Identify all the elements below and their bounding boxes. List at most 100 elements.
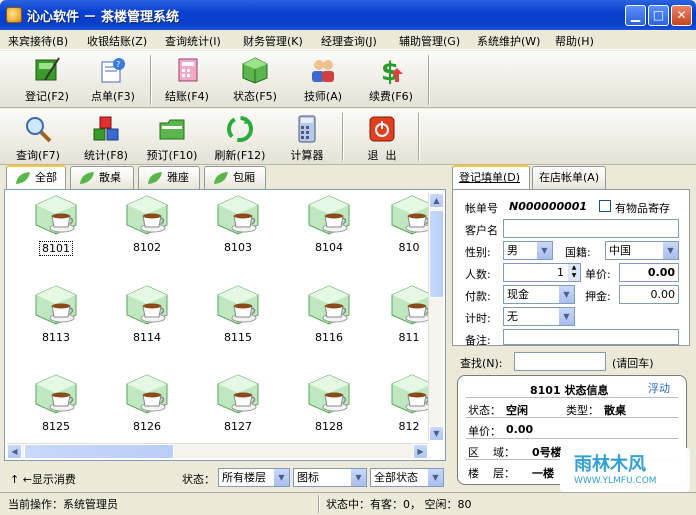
view-mode-select[interactable]: 图标 ▼ xyxy=(293,468,367,487)
menu-system[interactable]: 系统维护(W) xyxy=(477,33,540,49)
technician-button[interactable]: 技师(A) xyxy=(296,56,350,104)
chevron-down-icon: ▼ xyxy=(662,242,678,259)
floor-select[interactable]: 所有楼层 ▼ xyxy=(218,468,290,487)
teacup-room-icon xyxy=(216,284,260,328)
exit-icon xyxy=(368,115,396,143)
status-icon xyxy=(241,56,269,84)
window-title: 沁心软件 － 茶楼管理系统 xyxy=(27,10,180,25)
spin-icon[interactable]: ▲ ▼ xyxy=(568,264,580,281)
teacup-room-icon xyxy=(216,194,260,238)
floor-value: 一楼 xyxy=(532,467,554,480)
minimize-button[interactable]: ▁ xyxy=(625,5,646,26)
float-toggle[interactable]: 浮动 xyxy=(648,380,670,396)
room-810[interactable]: 810 xyxy=(390,194,428,254)
show-consumption-toggle[interactable]: ↑ ←显示消费 xyxy=(10,471,76,487)
search-input[interactable] xyxy=(514,352,606,371)
room-812[interactable]: 812 xyxy=(390,373,428,433)
renew-fee-button[interactable]: $ 续费(F6) xyxy=(364,56,418,104)
tab-in-store-bills[interactable]: 在店帐单(A) xyxy=(532,166,606,189)
room-8114[interactable]: 8114 xyxy=(117,284,177,344)
maximize-button[interactable]: □ xyxy=(648,5,669,26)
customer-name-input[interactable] xyxy=(503,219,679,238)
tab-scattered-tables[interactable]: 散桌 xyxy=(70,166,134,189)
room-811[interactable]: 811 xyxy=(390,284,428,344)
exit-button[interactable]: 退 出 xyxy=(356,115,408,163)
horizontal-scroll-thumb[interactable] xyxy=(24,444,174,459)
room-8127[interactable]: 8127 xyxy=(208,373,268,433)
deposit-money-label: 押金: xyxy=(585,290,611,303)
menu-auxiliary[interactable]: 辅助管理(G) xyxy=(399,33,460,49)
unit-price-label: 单价: xyxy=(585,268,611,281)
refresh-button[interactable]: 刷新(F12) xyxy=(210,115,270,163)
leaf-icon xyxy=(214,172,228,184)
menu-reception[interactable]: 来宾接待(B) xyxy=(8,33,68,49)
account-number: N000000001 xyxy=(509,200,588,213)
state-filter-select[interactable]: 全部状态 ▼ xyxy=(370,468,444,487)
room-8101[interactable]: 8101 xyxy=(26,194,86,256)
teacup-room-icon xyxy=(216,373,260,417)
room-8102[interactable]: 8102 xyxy=(117,194,177,254)
scroll-right-icon[interactable]: ▶ xyxy=(413,444,428,459)
menu-manager[interactable]: 经理查询(J) xyxy=(321,33,377,49)
calculator-button[interactable]: 计算器 xyxy=(282,115,332,163)
close-button[interactable]: ✕ xyxy=(671,5,692,26)
statistics-button[interactable]: 统计(F8) xyxy=(78,115,134,163)
leaf-icon xyxy=(148,172,162,184)
scroll-down-icon[interactable]: ▼ xyxy=(429,426,444,441)
reserve-button[interactable]: 预订(F10) xyxy=(142,115,202,163)
room-8113[interactable]: 8113 xyxy=(26,284,86,344)
room-8128[interactable]: 8128 xyxy=(299,373,359,433)
teacup-room-icon xyxy=(390,194,428,238)
type-label: 类型： xyxy=(566,404,599,417)
floor-select-value: 所有楼层 xyxy=(222,471,266,484)
scroll-up-icon[interactable]: ▲ xyxy=(429,193,444,208)
scroll-left-icon[interactable]: ◀ xyxy=(7,444,22,459)
menu-finance[interactable]: 财务管理(K) xyxy=(243,33,303,49)
exit-label: 退 出 xyxy=(367,149,397,162)
room-8104[interactable]: 8104 xyxy=(299,194,359,254)
payment-method-select[interactable]: 现金 ▼ xyxy=(503,285,575,304)
tab-all[interactable]: 全部 xyxy=(6,165,66,190)
tab-label: 全部 xyxy=(35,171,57,184)
room-number: 8114 xyxy=(133,331,161,344)
tab-register-form[interactable]: 登记填单(D) xyxy=(452,165,530,190)
checkout-button[interactable]: 结账(F4) xyxy=(160,56,214,104)
status-button[interactable]: 状态(F5) xyxy=(228,56,282,104)
order-button[interactable]: ? 点单(F3) xyxy=(86,56,140,104)
toolbar-separator xyxy=(428,55,430,105)
room-8125[interactable]: 8125 xyxy=(26,373,86,433)
room-8126[interactable]: 8126 xyxy=(117,373,177,433)
deposit-money-input[interactable]: 0.00 xyxy=(619,285,679,304)
customer-label: 客户名 xyxy=(465,224,498,237)
query-button[interactable]: 查询(F7) xyxy=(10,115,66,163)
tab-label: 在店帐单(A) xyxy=(539,171,600,184)
tab-private-seats[interactable]: 雅座 xyxy=(138,166,200,189)
room-8116[interactable]: 8116 xyxy=(299,284,359,344)
room-8115[interactable]: 8115 xyxy=(208,284,268,344)
timing-select[interactable]: 无 ▼ xyxy=(503,307,575,326)
tab-private-rooms[interactable]: 包厢 xyxy=(204,166,266,189)
title-bar[interactable]: 沁心软件 － 茶楼管理系统 ▁ □ ✕ xyxy=(0,0,696,30)
type-value: 散桌 xyxy=(604,404,626,417)
toolbar-separator xyxy=(342,113,344,161)
deposit-checkbox[interactable] xyxy=(599,200,611,212)
teacup-room-icon xyxy=(34,194,78,238)
register-button[interactable]: 登记(F2) xyxy=(20,56,74,104)
remark-input[interactable] xyxy=(503,329,679,345)
people-count-stepper[interactable]: 1 ▲ ▼ xyxy=(503,263,581,282)
toolbar-separator xyxy=(418,113,420,161)
teacup-room-icon xyxy=(307,284,351,328)
vertical-scroll-thumb[interactable] xyxy=(429,210,444,298)
menu-cashier[interactable]: 收银结账(Z) xyxy=(87,33,147,49)
menu-help[interactable]: 帮助(H) xyxy=(555,33,594,49)
gender-select[interactable]: 男 ▼ xyxy=(503,241,553,260)
unit-price-input[interactable]: 0.00 xyxy=(619,263,679,282)
vertical-scrollbar[interactable]: ▲ ▼ xyxy=(428,193,444,441)
room-number: 811 xyxy=(398,331,420,344)
horizontal-scrollbar[interactable]: ◀ ▶ xyxy=(7,443,428,459)
room-tab-strip: 全部 散桌 雅座 包厢 xyxy=(4,165,448,190)
menu-query[interactable]: 查询统计(I) xyxy=(165,33,221,49)
room-8103[interactable]: 8103 xyxy=(208,194,268,254)
query-label: 查询(F7) xyxy=(16,149,60,162)
nationality-select[interactable]: 中国 ▼ xyxy=(605,241,679,260)
